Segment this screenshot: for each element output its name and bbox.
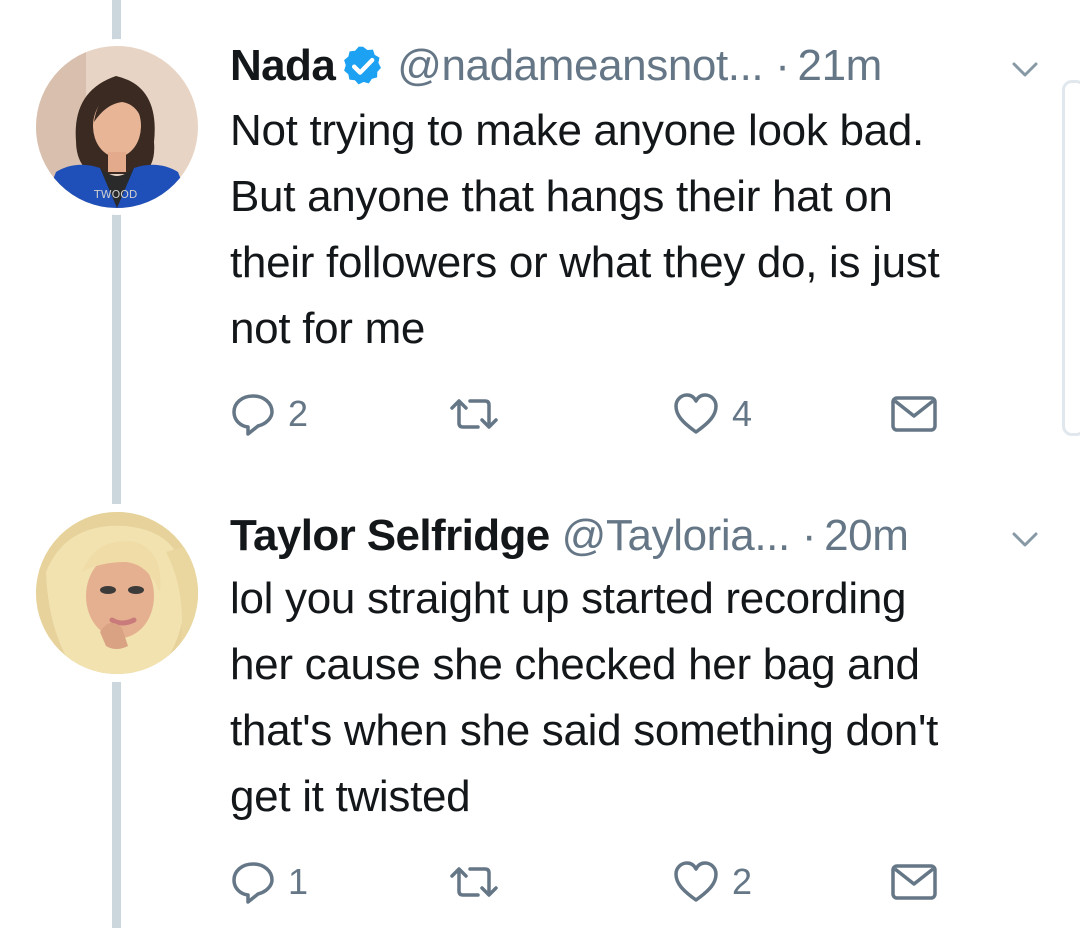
tweet-text-line: lol you straight up started recording <box>230 574 907 623</box>
direct-message-button[interactable] <box>890 389 938 439</box>
tweet-text-line: her cause she checked her bag and <box>230 640 920 689</box>
reply-count: 1 <box>288 861 309 902</box>
avatar-caption-text: TWOOD <box>93 188 137 201</box>
direct-message-button[interactable] <box>890 857 938 907</box>
tweet-header: Nada @nadameansnot... · 21m <box>230 36 1040 96</box>
avatar-image <box>36 512 198 674</box>
chevron-down-icon[interactable] <box>1010 524 1040 554</box>
reply-button[interactable]: 2 <box>230 389 308 439</box>
tweet-text: Not trying to make anyone look bad. But … <box>230 98 1070 362</box>
tweet-nada[interactable]: TWOOD Nada @nadameansnot... · 21m Not tr… <box>0 0 1080 470</box>
like-count: 4 <box>732 393 753 434</box>
reply-icon <box>232 862 274 904</box>
heart-icon <box>674 861 718 902</box>
tweet-text-line: get it twisted <box>230 772 471 821</box>
like-button[interactable]: 2 <box>672 857 752 907</box>
retweet-icon <box>450 399 498 429</box>
dot-separator: · <box>801 511 817 560</box>
timestamp[interactable]: 21m <box>798 41 883 91</box>
avatar[interactable]: TWOOD <box>36 46 198 208</box>
dot-separator: · <box>775 41 790 90</box>
tweet-actions: 1 2 <box>230 857 950 907</box>
tweet-text-line: that's when she said something don't <box>230 706 939 755</box>
chevron-down-icon[interactable] <box>1010 54 1040 84</box>
retweet-button[interactable] <box>446 857 514 907</box>
avatar[interactable] <box>36 512 198 674</box>
reply-button[interactable]: 1 <box>230 857 308 907</box>
tweet-taylor-selfridge[interactable]: Taylor Selfridge @Tayloria... · 20m lol … <box>0 470 1080 928</box>
display-name[interactable]: Nada <box>230 41 336 91</box>
like-button[interactable]: 4 <box>672 389 752 439</box>
tweet-text-line: their followers or what they do, is just <box>230 238 940 287</box>
envelope-icon <box>891 864 937 900</box>
display-name[interactable]: Taylor Selfridge <box>230 511 550 561</box>
avatar-image: TWOOD <box>36 46 198 208</box>
envelope-icon <box>891 396 937 432</box>
tweet-text-line: not for me <box>230 304 426 353</box>
retweet-icon <box>450 867 498 897</box>
tweet-text: lol you straight up started recording he… <box>230 566 1070 830</box>
verified-badge-icon <box>341 44 385 88</box>
retweet-button[interactable] <box>446 389 514 439</box>
handle[interactable]: @Tayloria... <box>562 511 791 561</box>
tweet-header: Taylor Selfridge @Tayloria... · 20m <box>230 506 1040 566</box>
like-count: 2 <box>732 861 753 902</box>
handle[interactable]: @nadameansnot... <box>397 41 763 91</box>
heart-icon <box>674 393 718 434</box>
reply-icon <box>232 394 274 436</box>
tweet-actions: 2 4 <box>230 389 950 439</box>
tweet-text-line: Not trying to make anyone look bad. <box>230 106 924 155</box>
tweet-text-line: But anyone that hangs their hat on <box>230 172 893 221</box>
timestamp[interactable]: 20m <box>824 511 909 561</box>
reply-count: 2 <box>288 393 309 434</box>
